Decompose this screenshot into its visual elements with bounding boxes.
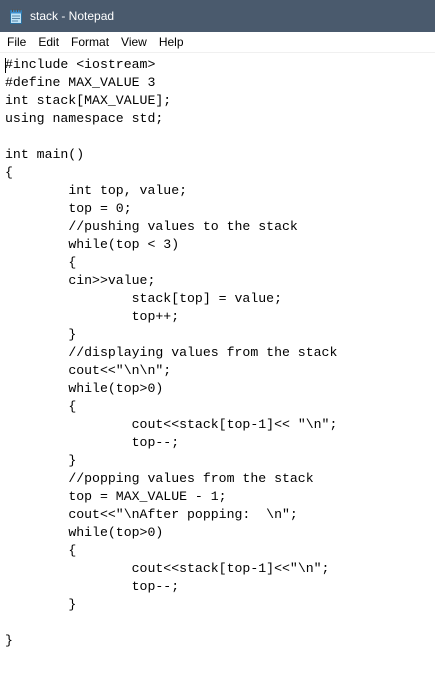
menu-help[interactable]: Help <box>153 32 190 52</box>
editor-text[interactable]: #include <iostream> #define MAX_VALUE 3 … <box>5 56 337 650</box>
menu-format[interactable]: Format <box>65 32 115 52</box>
menu-view[interactable]: View <box>115 32 153 52</box>
notepad-icon <box>8 8 24 24</box>
menu-edit[interactable]: Edit <box>32 32 65 52</box>
menu-bar: File Edit Format View Help <box>0 32 435 53</box>
menu-file[interactable]: File <box>0 32 32 52</box>
notepad-window: stack - Notepad File Edit Format View He… <box>0 0 435 684</box>
text-editor-area[interactable]: #include <iostream> #define MAX_VALUE 3 … <box>0 53 435 684</box>
title-bar[interactable]: stack - Notepad <box>0 0 435 32</box>
window-title: stack - Notepad <box>30 9 115 23</box>
